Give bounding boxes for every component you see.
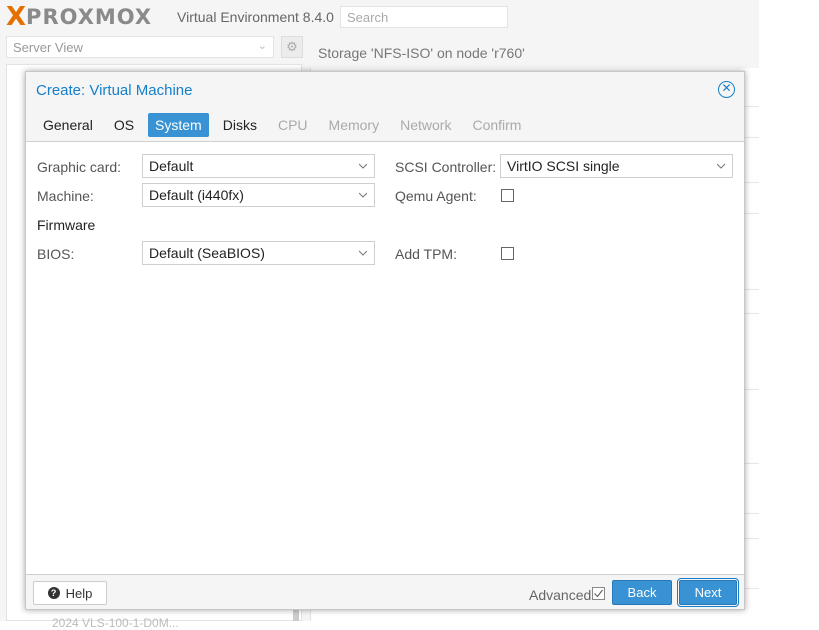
row-divider bbox=[744, 213, 759, 214]
help-label: Help bbox=[65, 585, 93, 601]
create-vm-dialog: Create: Virtual Machine ✕ General OS Sys… bbox=[25, 71, 745, 610]
tab-cpu: CPU bbox=[277, 117, 308, 133]
checkmark-icon bbox=[594, 589, 603, 598]
tab-confirm: Confirm bbox=[472, 117, 522, 133]
chevron-down-icon: ⌄ bbox=[257, 40, 267, 52]
row-divider bbox=[744, 289, 759, 290]
server-view-label: Server View bbox=[13, 40, 83, 55]
tab-system[interactable]: System bbox=[148, 113, 209, 137]
bios-label: BIOS: bbox=[37, 246, 75, 262]
qemu-agent-label: Qemu Agent: bbox=[395, 188, 477, 204]
row-divider bbox=[744, 137, 759, 138]
machine-label: Machine: bbox=[37, 188, 94, 204]
graphic-card-select[interactable]: Default bbox=[142, 154, 375, 178]
wizard-tabs: General OS System Disks CPU Memory Netwo… bbox=[36, 113, 535, 137]
product-version: Virtual Environment 8.4.0 bbox=[177, 9, 334, 25]
help-icon: ? bbox=[47, 587, 60, 599]
bios-value: Default (SeaBIOS) bbox=[149, 245, 265, 261]
machine-value: Default (i440fx) bbox=[149, 187, 244, 203]
proxmox-logo: X PROXMOX bbox=[6, 4, 152, 30]
search-input[interactable]: Search bbox=[340, 6, 508, 28]
logo-wordmark: PROXMOX bbox=[26, 5, 153, 29]
tab-os[interactable]: OS bbox=[107, 113, 141, 137]
next-button[interactable]: Next bbox=[677, 578, 739, 607]
advanced-checkbox[interactable] bbox=[592, 587, 605, 600]
chevron-down-icon bbox=[359, 250, 367, 256]
chevron-down-icon bbox=[717, 163, 725, 169]
server-view-select[interactable]: Server View ⌄ bbox=[6, 36, 274, 58]
row-divider bbox=[744, 182, 759, 183]
row-divider bbox=[744, 106, 759, 107]
row-divider bbox=[744, 313, 759, 314]
close-icon[interactable]: ✕ bbox=[718, 81, 735, 98]
scsi-controller-label: SCSI Controller: bbox=[395, 159, 497, 175]
gear-icon[interactable]: ⚙ bbox=[281, 36, 303, 58]
graphic-card-label: Graphic card: bbox=[37, 159, 122, 175]
help-button[interactable]: ? Help bbox=[33, 581, 107, 605]
row-divider bbox=[744, 463, 759, 464]
tab-disks[interactable]: Disks bbox=[216, 113, 264, 137]
scsi-controller-value: VirtIO SCSI single bbox=[507, 158, 620, 174]
tab-general[interactable]: General bbox=[36, 113, 100, 137]
row-divider bbox=[744, 538, 759, 539]
row-divider bbox=[744, 513, 759, 514]
tab-memory: Memory bbox=[328, 117, 380, 133]
row-divider bbox=[744, 588, 759, 589]
add-tpm-checkbox[interactable] bbox=[501, 247, 514, 260]
scsi-controller-select[interactable]: VirtIO SCSI single bbox=[500, 154, 733, 178]
logo-x-mark: X bbox=[6, 2, 27, 32]
qemu-agent-checkbox[interactable] bbox=[501, 189, 514, 202]
dialog-title: Create: Virtual Machine bbox=[36, 82, 193, 99]
system-panel: Graphic card: Default Machine: Default (… bbox=[26, 141, 744, 575]
row-divider bbox=[744, 389, 759, 390]
dialog-footer: ? Help Advanced Back Next bbox=[26, 575, 744, 609]
top-bar: X PROXMOX Virtual Environment 8.4.0 Sear… bbox=[0, 0, 759, 34]
back-button[interactable]: Back bbox=[612, 580, 672, 605]
advanced-label: Advanced bbox=[529, 587, 592, 603]
bios-select[interactable]: Default (SeaBIOS) bbox=[142, 241, 375, 265]
add-tpm-label: Add TPM: bbox=[395, 246, 457, 262]
firmware-heading: Firmware bbox=[37, 217, 96, 233]
tree-node-fragment[interactable]: 2024 VLS-100-1-D0M... bbox=[52, 616, 179, 630]
content-title: Storage 'NFS-ISO' on node 'r760' bbox=[318, 45, 525, 61]
tab-network: Network bbox=[400, 117, 452, 133]
chevron-down-icon bbox=[359, 192, 367, 198]
graphic-card-value: Default bbox=[149, 158, 194, 174]
chevron-down-icon bbox=[359, 163, 367, 169]
machine-select[interactable]: Default (i440fx) bbox=[142, 183, 375, 207]
